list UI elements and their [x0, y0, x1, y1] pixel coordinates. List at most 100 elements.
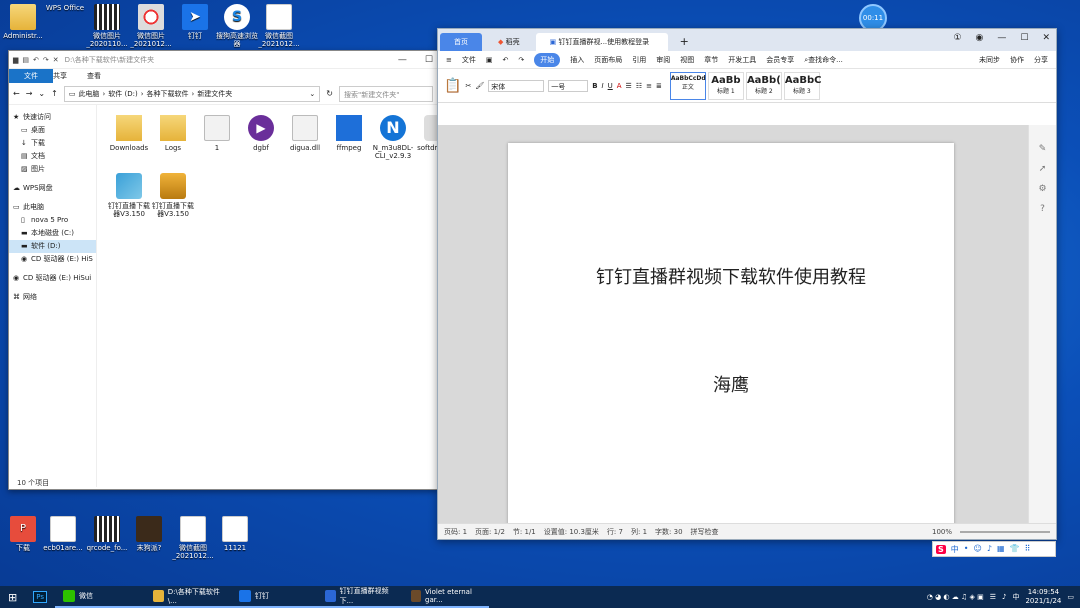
desktop-icon-6[interactable]: 微信截图_2021012...	[256, 4, 302, 48]
italic-button[interactable]: I	[602, 82, 604, 90]
folder-icon[interactable]: ▆	[13, 56, 18, 64]
menu-view[interactable]: 视图	[680, 55, 694, 65]
chevron-down-icon[interactable]: ⌄	[309, 90, 315, 98]
ime-item-3[interactable]: ♪	[987, 544, 992, 555]
tray-icons[interactable]: ◔ ◕ ◐ ☁ ♫ ◈ ▣	[927, 593, 984, 601]
delete-icon[interactable]: ✕	[53, 56, 59, 64]
volume-icon[interactable]: ♪	[1002, 593, 1006, 601]
align-center-icon[interactable]: ≣	[656, 82, 662, 90]
desktop-icon-bottom-4[interactable]: 微信截图_2021012...	[170, 516, 216, 560]
new-tab-button[interactable]: +	[670, 33, 699, 51]
status-item-7[interactable]: 拼写检查	[691, 527, 719, 537]
taskbar-item-2[interactable]: 钉钉	[230, 586, 317, 608]
ime-toolbar[interactable]: S 中 • ☺ ♪ ▦ 👕 ⠿	[932, 541, 1056, 557]
help-icon[interactable]: ?	[1029, 199, 1056, 219]
nav-item-0[interactable]: ★ 快速访问	[9, 111, 96, 124]
taskbar-item-4[interactable]: Violet eternal gar...	[402, 586, 489, 608]
bullet-list-icon[interactable]: ☰	[626, 82, 632, 90]
taskbar-item-0[interactable]: 微信	[54, 586, 145, 608]
tab-view[interactable]: 查看	[77, 71, 111, 81]
font-size-select[interactable]: 一号	[548, 79, 589, 92]
font-color-icon[interactable]: A	[617, 82, 622, 90]
settings-icon[interactable]: ⚙	[1029, 179, 1056, 199]
input-language[interactable]: 中	[1012, 592, 1019, 602]
style-normal[interactable]: AaBbCcDd 正文	[669, 71, 706, 100]
breadcrumb-0[interactable]: 此电脑	[78, 89, 99, 99]
start-button[interactable]: ⊞	[0, 586, 25, 608]
ime-item-5[interactable]: 👕	[1010, 544, 1020, 555]
document-page[interactable]: 钉钉直播群视频下载软件使用教程 海鹰	[508, 143, 954, 523]
menu-chapter[interactable]: 章节	[704, 55, 718, 65]
nav-item-4[interactable]: ▨ 图片	[9, 163, 96, 176]
file-item-5[interactable]: ffmpeg	[327, 115, 371, 152]
close-button[interactable]: ✕	[1042, 33, 1050, 43]
file-item-3[interactable]: ▶ dgbf	[239, 115, 283, 152]
menu-insert[interactable]: 插入	[570, 55, 584, 65]
tab-file[interactable]: 文件	[9, 69, 53, 83]
file-item-8[interactable]: 钉钉直播下载器V3.150	[107, 173, 151, 218]
desktop-icon-0[interactable]: Administr...	[0, 4, 46, 40]
file-item-6[interactable]: N N_m3u8DL-CLI_v2.9.3	[371, 115, 415, 160]
desktop-icon-3[interactable]: 微信图片_2021012...	[128, 4, 174, 48]
menu-icon[interactable]: ≡	[446, 56, 452, 64]
refresh-icon[interactable]: ↻	[326, 89, 333, 98]
ime-item-4[interactable]: ▦	[997, 544, 1005, 555]
nav-item-3[interactable]: ▤ 文档	[9, 150, 96, 163]
nav-item-6[interactable]: ▭ 此电脑	[9, 201, 96, 214]
menu-layout[interactable]: 页面布局	[594, 55, 622, 65]
menu-file[interactable]: 文件	[462, 55, 476, 65]
tab-docer[interactable]: ◆ 稻壳	[484, 33, 534, 51]
chevron-down-icon[interactable]: ⌄	[38, 89, 45, 98]
breadcrumb-1[interactable]: 软件 (D:)	[108, 89, 137, 99]
document-author[interactable]: 海鹰	[508, 371, 954, 397]
zoom-slider[interactable]	[960, 530, 1050, 533]
tab-home[interactable]: 首页	[440, 33, 482, 51]
maximize-button[interactable]: ☐	[425, 55, 433, 65]
nav-item-9[interactable]: ▬ 软件 (D:)	[9, 240, 96, 253]
file-item-9[interactable]: 钉钉直播下载器V3.150	[151, 173, 195, 218]
ime-item-6[interactable]: ⠿	[1024, 544, 1030, 555]
nav-item-10[interactable]: ◉ CD 驱动器 (E:) HiS	[9, 253, 96, 266]
nav-item-12[interactable]: ⌘ 网络	[9, 291, 96, 304]
breadcrumb-3[interactable]: 新建文件夹	[197, 89, 232, 99]
desktop-icon-2[interactable]: 微信图片_2020110...	[84, 4, 130, 48]
style-heading-1[interactable]: AaBb 标题 1	[707, 71, 744, 100]
search-input[interactable]: 搜索"新建文件夹"	[339, 85, 433, 102]
menu-start[interactable]: 开始	[534, 52, 561, 67]
nav-item-8[interactable]: ▬ 本地磁盘 (C:)	[9, 227, 96, 240]
nav-item-1[interactable]: ▭ 桌面	[9, 124, 96, 137]
save-icon[interactable]: ▣	[486, 56, 493, 64]
redo-icon[interactable]: ↷	[43, 56, 49, 64]
taskbar-photoshop[interactable]: Ps	[25, 586, 55, 608]
numbered-list-icon[interactable]: ☷	[636, 82, 642, 90]
desktop-icon-4[interactable]: ➤ 钉钉	[172, 4, 218, 40]
format-painter-icon[interactable]: 🖌	[475, 82, 484, 90]
nav-item-5[interactable]: ☁ WPS网盘	[9, 182, 96, 195]
file-item-0[interactable]: Downloads	[107, 115, 151, 152]
undo-icon[interactable]: ↶	[503, 56, 509, 64]
nav-item-7[interactable]: ▯ nova 5 Pro	[9, 214, 96, 227]
redo-icon[interactable]: ↷	[518, 56, 524, 64]
share-button[interactable]: 分享	[1034, 55, 1048, 65]
desktop-icon-bottom-3[interactable]: 末狗派?	[126, 516, 172, 552]
maximize-button[interactable]: ☐	[1020, 33, 1028, 43]
desktop-icon-bottom-2[interactable]: qrcode_fo...	[84, 516, 130, 552]
ime-item-1[interactable]: •	[964, 544, 969, 555]
ime-item-0[interactable]: 中	[951, 544, 959, 555]
file-item-4[interactable]: digua.dll	[283, 115, 327, 152]
desktop-icon-bottom-5[interactable]: 11121	[212, 516, 258, 552]
desktop-icon-bottom-1[interactable]: ecb01are...	[40, 516, 86, 552]
menu-devtools[interactable]: 开发工具	[728, 55, 756, 65]
sync-status[interactable]: 未同步	[979, 55, 1000, 65]
menu-review[interactable]: 审阅	[656, 55, 670, 65]
underline-button[interactable]: U	[608, 82, 613, 90]
properties-icon[interactable]: ▤	[22, 56, 29, 64]
desktop-icon-5[interactable]: S 搜狗高速浏览器	[214, 4, 260, 48]
avatar[interactable]: ◉	[976, 33, 984, 43]
command-search[interactable]: ⌕查找命令...	[804, 55, 843, 65]
taskbar-item-1[interactable]: D:\各种下载软件\...	[144, 586, 231, 608]
menu-references[interactable]: 引用	[632, 55, 646, 65]
breadcrumb-2[interactable]: 各种下载软件	[147, 89, 189, 99]
desktop-icon-1[interactable]: WWPS Office	[42, 4, 505, 58]
back-icon[interactable]: ←	[13, 89, 20, 98]
